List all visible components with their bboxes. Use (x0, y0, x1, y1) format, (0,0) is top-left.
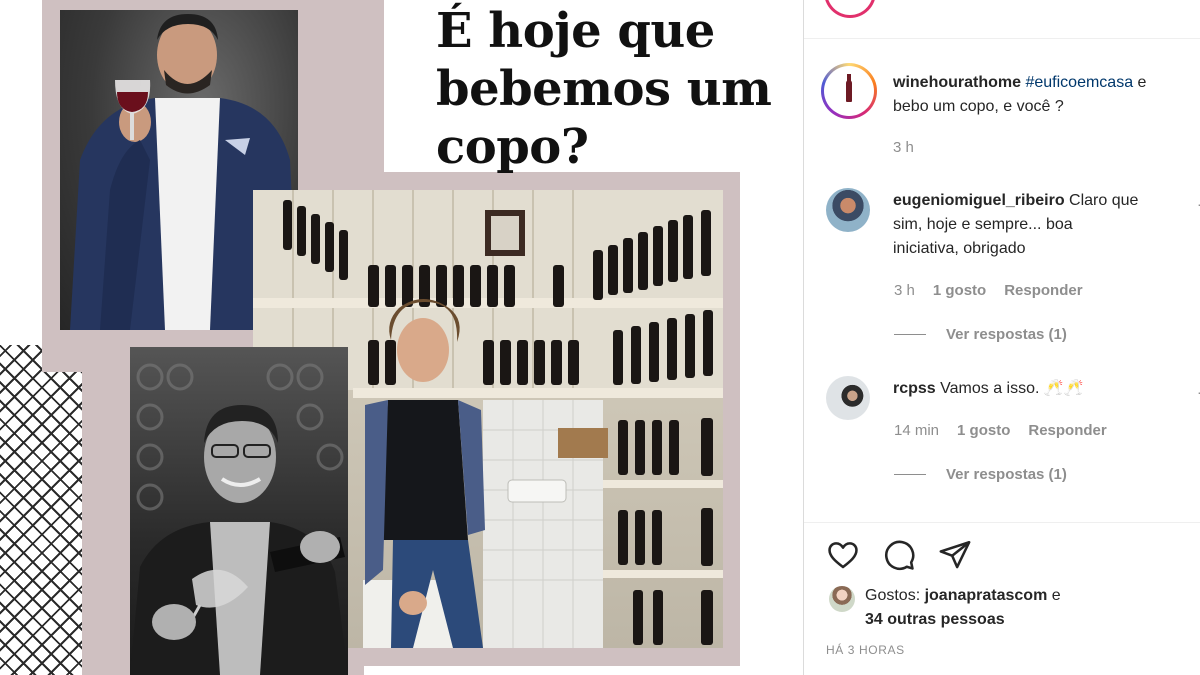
comment-meta: 3 h 1 gosto Responder (894, 282, 1083, 299)
divider (894, 334, 926, 335)
view-replies-label: Ver respostas (1) (946, 326, 1067, 343)
likes-username[interactable]: joanapratascom (925, 587, 1048, 604)
comments-panel: winehourathome #euficoemcasa e bebo um c… (803, 0, 1200, 675)
comment-likes[interactable]: 1 gosto (933, 282, 986, 299)
lattice-pattern (0, 345, 84, 675)
reply-button[interactable]: Responder (1028, 422, 1106, 439)
headline-line: É hoje que (436, 3, 715, 59)
comment-likes[interactable]: 1 gosto (957, 422, 1010, 439)
likes-suffix: e (1047, 587, 1061, 604)
caption-text-part: bebo um copo, e você ? (893, 98, 1064, 115)
avatar[interactable] (829, 586, 855, 612)
caption-meta: 3 h (893, 139, 914, 156)
share-icon[interactable] (938, 538, 972, 577)
comment-time[interactable]: 14 min (894, 422, 939, 439)
heart-icon[interactable] (826, 538, 860, 577)
caption-time[interactable]: 3 h (893, 139, 914, 156)
comment-username[interactable]: eugeniomiguel_ribeiro (893, 192, 1065, 209)
likes-text: Gostos: joanapratascom e 34 outras pesso… (865, 584, 1185, 632)
headline-line: copo? (436, 119, 589, 175)
likes-prefix: Gostos: (865, 587, 925, 604)
header-avatar[interactable] (824, 0, 876, 18)
view-replies-label: Ver respostas (1) (946, 466, 1067, 483)
comment: eugeniomiguel_ribeiro Claro que sim, hoj… (826, 188, 1200, 348)
comment-time[interactable]: 3 h (894, 282, 915, 299)
avatar[interactable] (826, 376, 870, 420)
wine-bottle-logo-icon (846, 74, 852, 102)
headline-line: bebemos um (436, 61, 772, 117)
caption-text-part: e (1133, 74, 1147, 91)
comment-username[interactable]: rcpss (893, 380, 936, 397)
reply-button[interactable]: Responder (1004, 282, 1082, 299)
post-timestamp[interactable]: HÁ 3 HORAS (826, 643, 905, 657)
comment-text: eugeniomiguel_ribeiro Claro que sim, hoj… (893, 189, 1193, 261)
comment-meta: 14 min 1 gosto Responder (894, 422, 1107, 439)
comment: rcpss Vamos a isso. 🥂🥂 14 min 1 gosto Re… (826, 376, 1200, 496)
view-replies-button[interactable]: Ver respostas (1) (894, 326, 1067, 343)
post-actions (826, 538, 972, 577)
view-replies-button[interactable]: Ver respostas (1) (894, 466, 1067, 483)
comment-body: Vamos a isso. 🥂🥂 (935, 380, 1084, 397)
divider (804, 38, 1200, 39)
avatar[interactable] (826, 188, 870, 232)
photo-man-pouring-wine (130, 347, 348, 675)
caption-hashtag[interactable]: #euficoemcasa (1025, 74, 1133, 91)
comment-body: iniciativa, obrigado (893, 240, 1026, 257)
caption-text: winehourathome #euficoemcasa e bebo um c… (893, 71, 1193, 119)
post-headline: É hoje que bebemos um copo? (436, 2, 796, 176)
post-image[interactable]: É hoje que bebemos um copo? (0, 0, 803, 675)
comment-text: rcpss Vamos a isso. 🥂🥂 (893, 377, 1193, 401)
avatar[interactable] (821, 63, 877, 119)
caption-username[interactable]: winehourathome (893, 74, 1021, 91)
divider (894, 474, 926, 475)
divider (804, 522, 1200, 523)
likes-others-link[interactable]: 34 outras pessoas (865, 611, 1005, 628)
comment-body: sim, hoje e sempre... boa (893, 216, 1073, 233)
comment-icon[interactable] (882, 538, 916, 577)
comment-body: Claro que (1064, 192, 1139, 209)
